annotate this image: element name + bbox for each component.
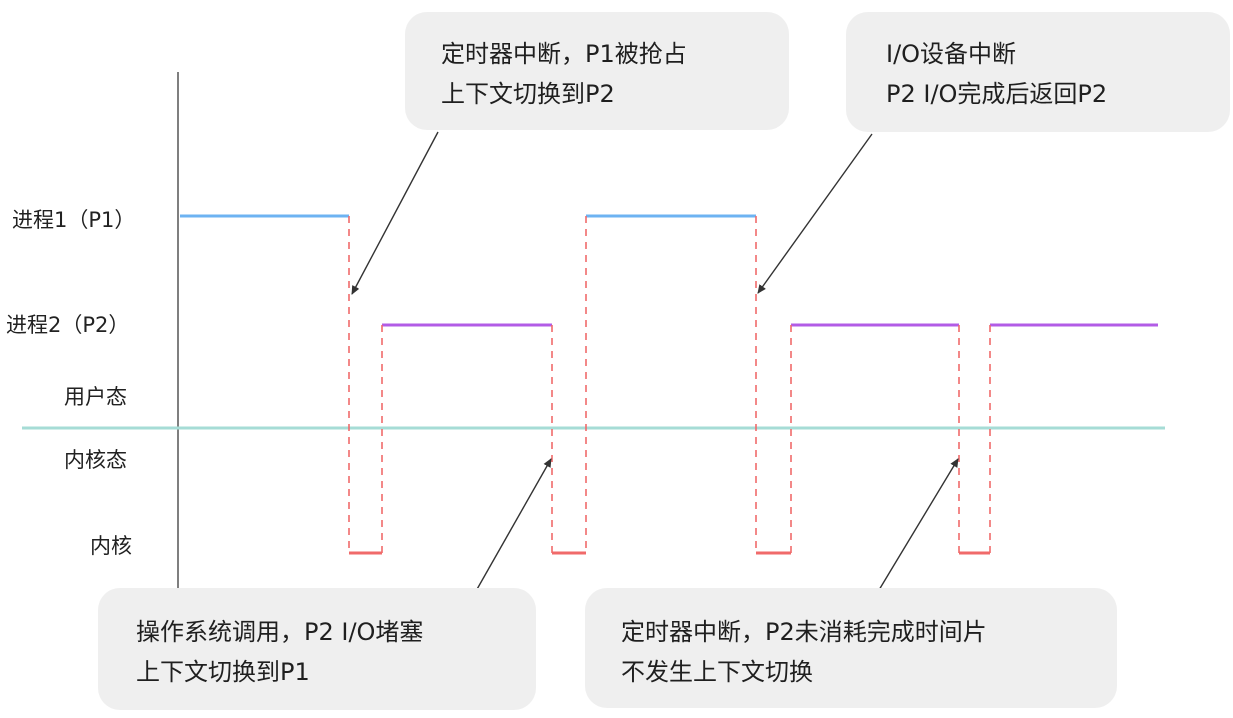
- callout-arrow: [757, 133, 873, 294]
- callout-syscall-block: 操作系统调用，P2 I/O堵塞 上下文切换到P1: [98, 588, 536, 710]
- callout-arrow: [878, 458, 959, 591]
- callout-timer-preempt-line1: 定时器中断，P1被抢占: [441, 40, 687, 68]
- callout-timer-preempt: 定时器中断，P1被抢占 上下文切换到P2: [405, 12, 789, 130]
- callout-arrow: [351, 131, 439, 295]
- callout-arrow: [475, 458, 552, 592]
- kernel-label: 内核: [90, 534, 132, 558]
- kernel-mode-label: 内核态: [64, 448, 127, 472]
- user-mode-label: 用户态: [64, 385, 127, 409]
- p2-label: 进程2（P2）: [6, 313, 130, 337]
- callout-timer-no-switch-line1: 定时器中断，P2未消耗完成时间片: [621, 618, 987, 646]
- callout-io-interrupt-line1: I/O设备中断: [886, 40, 1017, 68]
- callout-syscall-block-line2: 上下文切换到P1: [136, 658, 310, 686]
- callout-io-interrupt-line2: P2 I/O完成后返回P2: [886, 80, 1108, 108]
- callout-syscall-block-line1: 操作系统调用，P2 I/O堵塞: [136, 618, 424, 646]
- callout-timer-preempt-line2: 上下文切换到P2: [441, 80, 615, 108]
- callout-io-interrupt: I/O设备中断 P2 I/O完成后返回P2: [846, 12, 1230, 132]
- p1-label: 进程1（P1）: [12, 208, 136, 232]
- callout-timer-no-switch-line2: 不发生上下文切换: [621, 658, 813, 686]
- callout-timer-no-switch: 定时器中断，P2未消耗完成时间片 不发生上下文切换: [585, 588, 1117, 708]
